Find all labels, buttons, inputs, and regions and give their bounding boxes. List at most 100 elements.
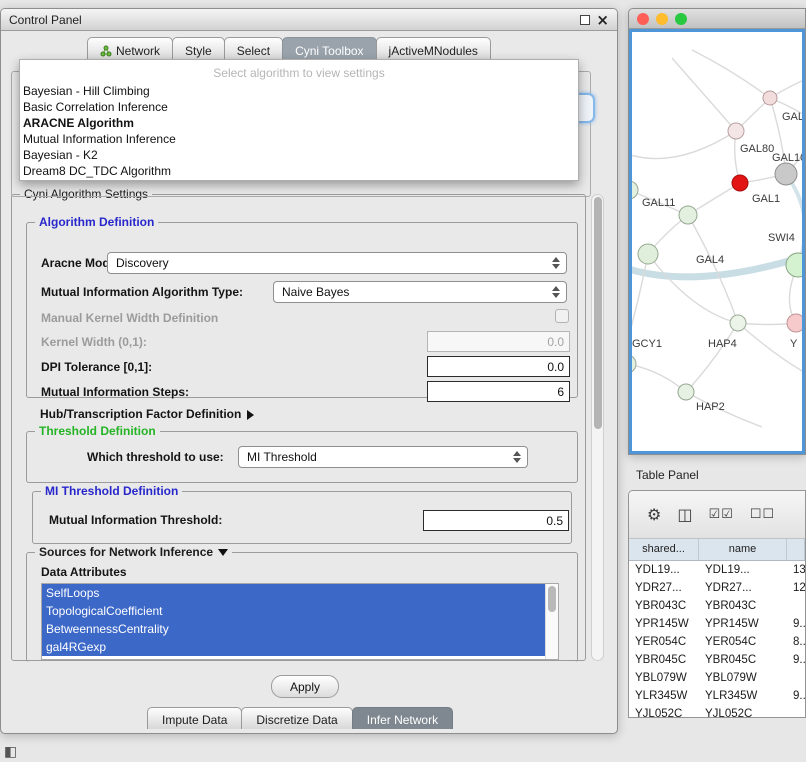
which-threshold-select[interactable]: MI Threshold xyxy=(238,446,528,468)
network-window-titlebar[interactable] xyxy=(629,9,805,29)
table-panel-window: ⚙ ◫ ☑☑ ☐☐ shared...name YDL19...YDL19...… xyxy=(628,490,806,718)
table-column-header[interactable]: shared... xyxy=(629,539,699,560)
table-cell: YLR345W xyxy=(629,687,699,705)
network-node-label: SWI4 xyxy=(768,232,795,244)
table-rows: YDL19...YDL19...13...YDR27...YDR27...12.… xyxy=(629,561,805,718)
algorithm-option[interactable]: Basic Correlation Inference xyxy=(20,99,578,115)
network-edge[interactable] xyxy=(632,364,686,392)
collapse-right-icon xyxy=(247,410,254,420)
mi-algorithm-type-label: Mutual Information Algorithm Type: xyxy=(41,285,243,299)
bottom-tab-discretize-data[interactable]: Discretize Data xyxy=(241,707,352,729)
table-row[interactable]: YBR045CYBR045C9... xyxy=(629,651,805,669)
network-node[interactable] xyxy=(638,244,658,264)
mi-steps-field[interactable] xyxy=(427,381,570,402)
network-node[interactable] xyxy=(730,315,746,331)
table-row[interactable]: YBL079WYBL079W xyxy=(629,669,805,687)
minimize-traffic-light[interactable] xyxy=(656,13,668,25)
aracne-mode-select[interactable]: Discovery xyxy=(107,252,567,274)
table-row[interactable]: YDL19...YDL19...13... xyxy=(629,561,805,579)
attributes-scrollbar-thumb[interactable] xyxy=(548,586,556,612)
network-canvas[interactable]: GALGAL80GAL10GAL11GAL1SWI4GAL4GCY1HAP4YH… xyxy=(629,29,805,454)
zoom-traffic-light[interactable] xyxy=(675,13,687,25)
settings-scrollbar[interactable] xyxy=(591,194,604,661)
manual-kernel-width-checkbox[interactable] xyxy=(555,309,569,323)
sources-group: Sources for Network Inference Data Attri… xyxy=(26,552,578,662)
close-traffic-light[interactable] xyxy=(637,13,649,25)
settings-scrollbar-thumb[interactable] xyxy=(594,197,602,429)
table-row[interactable]: YLR345WYLR345W9... xyxy=(629,687,805,705)
network-node[interactable] xyxy=(732,175,748,191)
tab-label: jActiveMNodules xyxy=(389,44,478,58)
network-edge[interactable] xyxy=(688,215,738,323)
attribute-list-item[interactable]: SelfLoops xyxy=(42,584,558,602)
network-node[interactable] xyxy=(678,384,694,400)
bottom-tab-impute-data[interactable]: Impute Data xyxy=(147,707,242,729)
deselect-all-icon[interactable]: ☐☐ xyxy=(750,508,775,521)
network-edge[interactable] xyxy=(692,50,770,98)
algorithm-option[interactable]: Bayesian - Hill Climbing xyxy=(20,83,578,99)
float-window-icon[interactable] xyxy=(580,15,590,25)
table-cell xyxy=(787,669,805,687)
table-cell: 13... xyxy=(787,561,805,579)
network-node-label: GAL xyxy=(782,111,804,123)
table-cell: YDR27... xyxy=(629,579,699,597)
network-node-label: GAL11 xyxy=(642,197,675,209)
tab-jactivemnodules[interactable]: jActiveMNodules xyxy=(376,37,491,60)
table-cell: YER054C xyxy=(699,633,787,651)
kernel-width-label: Kernel Width (0,1): xyxy=(41,335,147,349)
apply-button[interactable]: Apply xyxy=(271,675,339,698)
tab-network[interactable]: Network xyxy=(87,37,173,60)
attribute-list-item[interactable]: BetweennessCentrality xyxy=(42,620,558,638)
close-icon[interactable]: × xyxy=(596,14,609,26)
hub-definition-collapser[interactable]: Hub/Transcription Factor Definition xyxy=(40,407,254,421)
dpi-tolerance-field[interactable] xyxy=(427,356,570,377)
mi-threshold-field[interactable] xyxy=(423,510,569,531)
algorithm-option[interactable]: Dream8 DC_TDC Algorithm xyxy=(20,163,578,179)
table-row[interactable]: YDR27...YDR27...12... xyxy=(629,579,805,597)
algorithm-option[interactable]: ARACNE Algorithm xyxy=(20,115,578,131)
table-cell: 12... xyxy=(787,579,805,597)
network-edge[interactable] xyxy=(632,131,736,159)
attributes-scrollbar[interactable] xyxy=(545,584,558,659)
control-panel-titlebar[interactable]: Control Panel × xyxy=(1,9,617,31)
gear-icon[interactable]: ⚙ xyxy=(647,507,661,523)
network-node[interactable] xyxy=(763,91,777,105)
network-node[interactable] xyxy=(786,253,805,277)
data-attributes-list[interactable]: SelfLoopsTopologicalCoefficientBetweenne… xyxy=(41,583,559,660)
bottom-tab-infer-network[interactable]: Infer Network xyxy=(352,707,453,729)
network-node[interactable] xyxy=(632,355,636,373)
table-row[interactable]: YER054CYER054C8... xyxy=(629,633,805,651)
attribute-list-item[interactable]: gal4RGexp xyxy=(42,638,558,656)
table-cell: YJL052C xyxy=(629,705,699,718)
network-edge[interactable] xyxy=(786,174,805,265)
mi-algorithm-type-select[interactable]: Naive Bayes xyxy=(273,281,567,303)
tab-style[interactable]: Style xyxy=(172,37,225,60)
network-node[interactable] xyxy=(679,206,697,224)
table-cell: 8... xyxy=(787,633,805,651)
select-all-icon[interactable]: ☑☑ xyxy=(708,508,733,521)
algorithm-option[interactable]: Mutual Information Inference xyxy=(20,131,578,147)
network-node[interactable] xyxy=(787,314,805,332)
attribute-list-item[interactable]: TopologicalCoefficient xyxy=(42,602,558,620)
panel-dock-icon[interactable]: ◧ xyxy=(4,744,17,760)
network-node[interactable] xyxy=(632,181,638,199)
tab-select[interactable]: Select xyxy=(224,37,283,60)
which-threshold-value: MI Threshold xyxy=(247,450,317,464)
dpi-tolerance-label: DPI Tolerance [0,1]: xyxy=(41,360,152,374)
table-column-header[interactable]: name xyxy=(699,539,787,560)
columns-icon[interactable]: ◫ xyxy=(677,507,692,523)
mi-threshold-definition-group: MI Threshold Definition Mutual Informati… xyxy=(32,491,572,544)
table-column-header[interactable] xyxy=(787,539,805,560)
network-edge[interactable] xyxy=(686,323,738,392)
collapse-down-icon xyxy=(218,549,228,556)
sources-title[interactable]: Sources for Network Inference xyxy=(35,545,232,559)
hub-definition-label: Hub/Transcription Factor Definition xyxy=(40,407,241,421)
table-row[interactable]: YPR145WYPR145W9... xyxy=(629,615,805,633)
table-row[interactable]: YBR043CYBR043C xyxy=(629,597,805,615)
network-node[interactable] xyxy=(775,163,797,185)
table-cell: YBL079W xyxy=(699,669,787,687)
network-node[interactable] xyxy=(728,123,744,139)
tab-cyni-toolbox[interactable]: Cyni Toolbox xyxy=(282,37,376,60)
algorithm-option[interactable]: Bayesian - K2 xyxy=(20,147,578,163)
table-row[interactable]: YJL052CYJL052C xyxy=(629,705,805,718)
